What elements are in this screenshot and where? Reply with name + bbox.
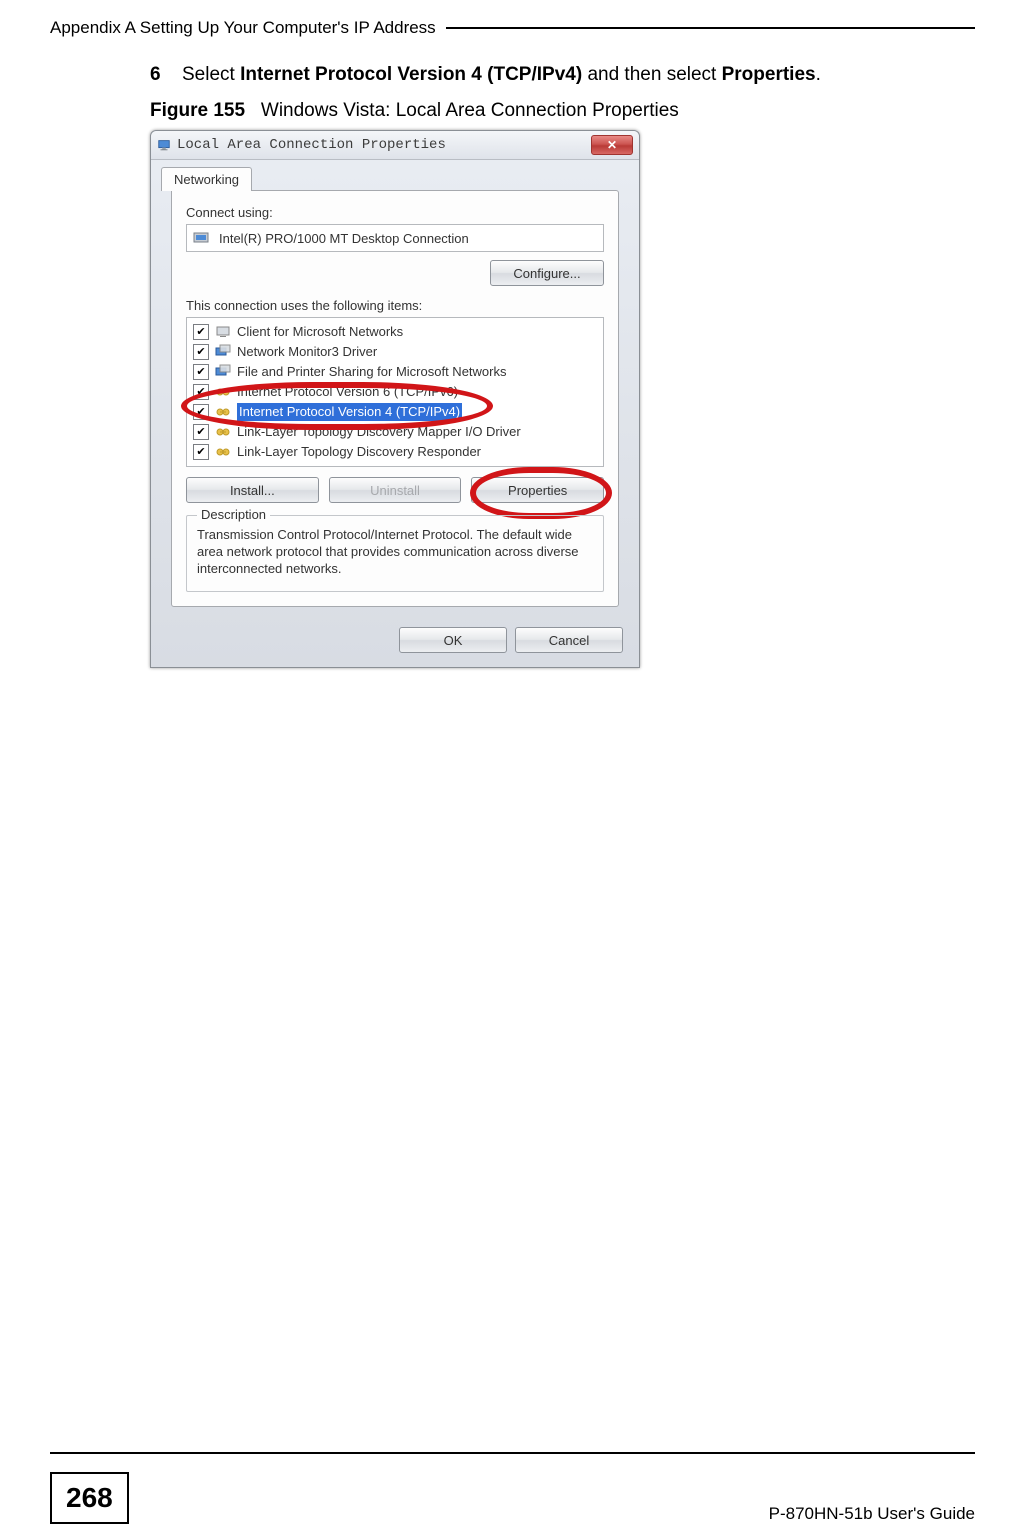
list-item[interactable]: ✔ File and Printer Sharing for Microsoft… [189,362,601,382]
header-rule [446,27,975,29]
checkbox[interactable]: ✔ [193,364,209,380]
description-fieldset: Description Transmission Control Protoco… [186,515,604,592]
step-text: Select Internet Protocol Version 4 (TCP/… [182,64,975,86]
dialog-title: Local Area Connection Properties [177,137,446,153]
cancel-button[interactable]: Cancel [515,627,623,653]
close-icon: ✕ [607,139,617,151]
monitor-icon [215,344,231,360]
properties-button[interactable]: Properties [471,477,604,503]
page-number: 268 [50,1472,129,1524]
description-legend: Description [197,507,270,522]
list-item[interactable]: ✔ Link-Layer Topology Discovery Responde… [189,442,601,462]
checkbox[interactable]: ✔ [193,324,209,340]
checkbox[interactable]: ✔ [193,424,209,440]
protocol-icon [215,404,231,420]
checkbox[interactable]: ✔ [193,404,209,420]
items-label: This connection uses the following items… [186,298,604,313]
uninstall-button: Uninstall [329,477,462,503]
network-icon [157,138,171,152]
checkbox[interactable]: ✔ [193,344,209,360]
step-number: 6 [150,64,182,86]
list-item[interactable]: ✔ Network Monitor3 Driver [189,342,601,362]
item-label: Client for Microsoft Networks [237,323,403,341]
item-label: Network Monitor3 Driver [237,343,377,361]
step-suffix: . [816,64,821,85]
list-item-selected[interactable]: ✔ Internet Protocol Version 4 (TCP/IPv4) [189,402,601,422]
ok-button[interactable]: OK [399,627,507,653]
protocol-icon [215,444,231,460]
adapter-box[interactable]: Intel(R) PRO/1000 MT Desktop Connection [186,224,604,252]
item-label: Internet Protocol Version 4 (TCP/IPv4) [237,403,462,421]
step-mid: and then select [582,64,721,85]
description-text: Transmission Control Protocol/Internet P… [197,526,593,577]
items-list[interactable]: ✔ Client for Microsoft Networks ✔ Networ… [186,317,604,467]
step-prefix: Select [182,64,240,85]
properties-dialog: Local Area Connection Properties ✕ Netwo… [150,130,640,668]
list-item[interactable]: ✔ Client for Microsoft Networks [189,322,601,342]
configure-button[interactable]: Configure... [490,260,604,286]
titlebar[interactable]: Local Area Connection Properties ✕ [151,131,639,160]
figure-label: Figure 155 [150,100,245,121]
guide-name: P-870HN-51b User's Guide [769,1504,975,1524]
share-icon [215,364,231,380]
protocol-icon [215,424,231,440]
figure-caption-text: Windows Vista: Local Area Connection Pro… [261,100,679,121]
close-button[interactable]: ✕ [591,135,633,155]
item-label: Link-Layer Topology Discovery Responder [237,443,481,461]
install-button[interactable]: Install... [186,477,319,503]
item-label: Internet Protocol Version 6 (TCP/IPv6) [237,383,458,401]
list-item[interactable]: ✔ Link-Layer Topology Discovery Mapper I… [189,422,601,442]
adapter-name: Intel(R) PRO/1000 MT Desktop Connection [219,231,469,246]
connect-using-label: Connect using: [186,205,604,220]
tab-networking[interactable]: Networking [161,167,252,191]
adapter-icon [193,229,211,247]
figure-caption: Figure 155 Windows Vista: Local Area Con… [150,100,975,122]
step-bold-2: Properties [722,64,816,85]
checkbox[interactable]: ✔ [193,384,209,400]
list-item[interactable]: ✔ Internet Protocol Version 6 (TCP/IPv6) [189,382,601,402]
checkbox[interactable]: ✔ [193,444,209,460]
appendix-title: Appendix A Setting Up Your Computer's IP… [50,18,436,38]
client-icon [215,324,231,340]
protocol-icon [215,384,231,400]
step-bold-1: Internet Protocol Version 4 (TCP/IPv4) [240,64,582,85]
item-label: File and Printer Sharing for Microsoft N… [237,363,506,381]
step-6: 6 Select Internet Protocol Version 4 (TC… [150,64,975,86]
item-label: Link-Layer Topology Discovery Mapper I/O… [237,423,521,441]
